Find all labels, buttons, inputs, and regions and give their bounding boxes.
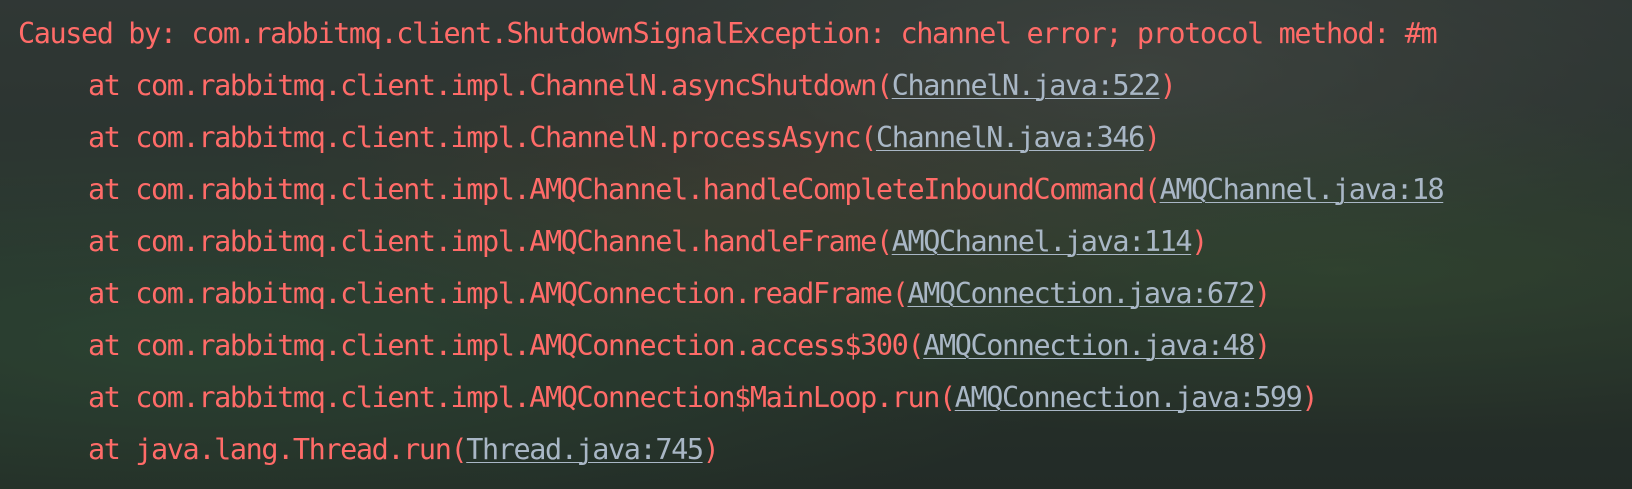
frame-prefix: at: [88, 329, 136, 362]
stack-frame: at com.rabbitmq.client.impl.AMQConnectio…: [88, 372, 1319, 424]
source-link[interactable]: Thread.java:745: [466, 433, 704, 466]
frame-paren-close: ): [1159, 69, 1177, 102]
frame-method: com.rabbitmq.client.impl.AMQConnection$M…: [135, 381, 940, 414]
frame-paren-open: (: [891, 277, 909, 310]
frame-prefix: at: [88, 69, 136, 102]
stack-frame: at com.rabbitmq.client.impl.ChannelN.asy…: [88, 60, 1177, 112]
frame-method: com.rabbitmq.client.impl.AMQConnection.a…: [135, 329, 909, 362]
frame-prefix: at: [88, 433, 136, 466]
frame-paren-open: (: [875, 225, 893, 258]
console-output: Caused by: com.rabbitmq.client.ShutdownS…: [0, 0, 1632, 489]
frame-paren-close: ): [1191, 225, 1208, 258]
frame-paren-close: ): [702, 433, 720, 466]
frame-paren-close: ): [1254, 329, 1271, 362]
source-link[interactable]: ChannelN.java:522: [892, 69, 1161, 102]
stack-frame: at com.rabbitmq.client.impl.ChannelN.pro…: [88, 112, 1161, 164]
frame-method: com.rabbitmq.client.impl.AMQChannel.hand…: [135, 173, 1145, 206]
frame-method: com.rabbitmq.client.impl.AMQChannel.hand…: [135, 225, 877, 258]
stack-frame: at com.rabbitmq.client.impl.AMQConnectio…: [88, 268, 1271, 320]
frame-prefix: at: [88, 173, 136, 206]
frame-method: com.rabbitmq.client.impl.AMQConnection.r…: [135, 277, 893, 310]
frame-prefix: at: [88, 121, 136, 154]
source-link[interactable]: AMQChannel.java:18: [1160, 173, 1445, 206]
frame-paren-open: (: [938, 381, 956, 414]
frame-prefix: at: [88, 381, 136, 414]
frame-paren-close: ): [1143, 121, 1161, 154]
frame-paren-close: ): [1301, 381, 1318, 414]
frame-paren-open: (: [860, 121, 877, 154]
frame-paren-close: ): [1254, 277, 1271, 310]
frame-paren-open: (: [450, 433, 467, 466]
exception-message: Caused by: com.rabbitmq.client.ShutdownS…: [18, 17, 1438, 50]
frame-paren-open: (: [907, 329, 924, 362]
frame-prefix: at: [88, 225, 136, 258]
stack-frame: at com.rabbitmq.client.impl.AMQChannel.h…: [88, 164, 1445, 216]
frame-method: com.rabbitmq.client.impl.ChannelN.asyncS…: [135, 69, 877, 102]
stack-frame: at com.rabbitmq.client.impl.AMQConnectio…: [88, 320, 1271, 372]
frame-method: java.lang.Thread.run: [135, 433, 452, 466]
source-link[interactable]: AMQConnection.java:48: [923, 329, 1255, 362]
stack-frame: at com.rabbitmq.client.impl.AMQChannel.h…: [88, 216, 1208, 268]
source-link[interactable]: ChannelN.java:346: [876, 121, 1145, 154]
frame-paren-open: (: [875, 69, 893, 102]
source-link[interactable]: AMQConnection.java:672: [907, 277, 1255, 310]
source-link[interactable]: AMQChannel.java:114: [892, 225, 1193, 258]
stack-frame: at java.lang.Thread.run(Thread.java:745): [88, 424, 720, 476]
frame-paren-open: (: [1143, 173, 1161, 206]
source-link[interactable]: AMQConnection.java:599: [955, 381, 1303, 414]
frame-method: com.rabbitmq.client.impl.ChannelN.proces…: [135, 121, 861, 154]
frame-prefix: at: [88, 277, 136, 310]
